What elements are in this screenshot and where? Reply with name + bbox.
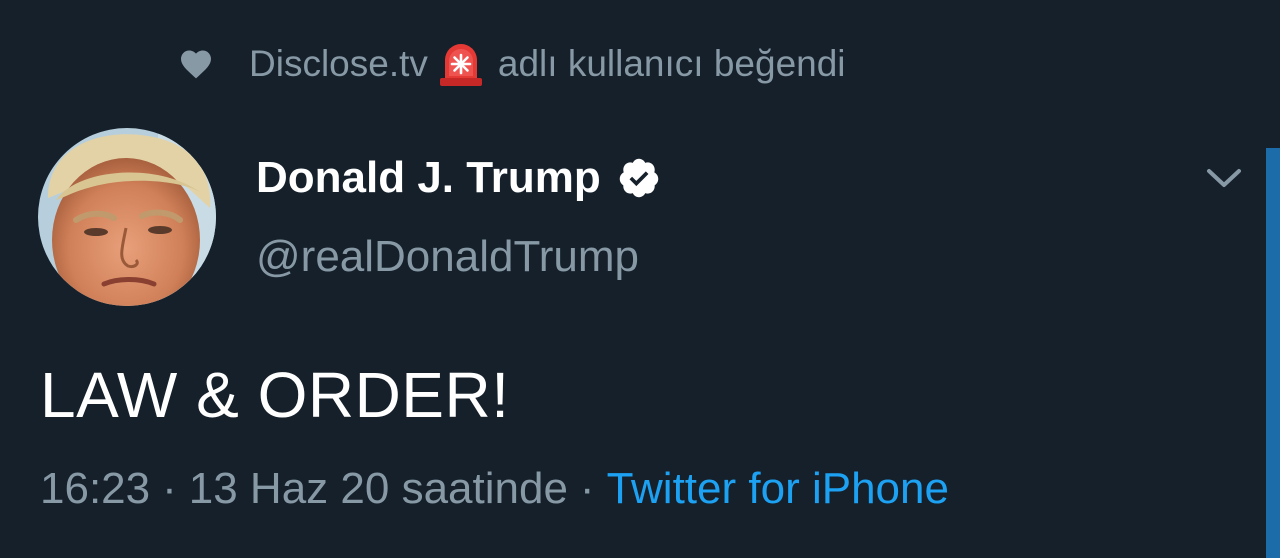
verified-badge-icon: [619, 158, 658, 198]
meta-separator: ·: [162, 464, 177, 513]
social-context[interactable]: Disclose.tv adlı kullanıcı beğendi: [178, 38, 846, 90]
author-display-name[interactable]: Donald J. Trump: [256, 153, 601, 203]
liker-name[interactable]: Disclose.tv: [249, 43, 428, 85]
tweet-meta: 16:23 · 13 Haz 20 saatinde · Twitter for…: [40, 464, 949, 514]
tweet-detail-screen: Disclose.tv adlı kullanıcı beğendi Donal…: [0, 0, 1280, 558]
meta-separator: ·: [579, 464, 595, 513]
tweet-options-button[interactable]: [1202, 158, 1246, 198]
social-context-action: adlı kullanıcı beğendi: [497, 43, 846, 84]
author-display-name-row[interactable]: Donald J. Trump: [256, 148, 661, 208]
siren-icon: [439, 44, 482, 86]
tweet-date[interactable]: 13 Haz 20 saatinde: [189, 464, 568, 514]
chevron-down-icon: [1207, 169, 1241, 187]
scrollbar[interactable]: [1266, 148, 1280, 558]
tweet-time[interactable]: 16:23: [40, 464, 150, 514]
avatar[interactable]: [38, 128, 216, 306]
tweet-source-link[interactable]: Twitter for iPhone: [607, 464, 949, 514]
author-username[interactable]: @realDonaldTrump: [256, 232, 639, 282]
heart-icon: [181, 50, 211, 79]
tweet-text: LAW & ORDER!: [40, 359, 510, 431]
